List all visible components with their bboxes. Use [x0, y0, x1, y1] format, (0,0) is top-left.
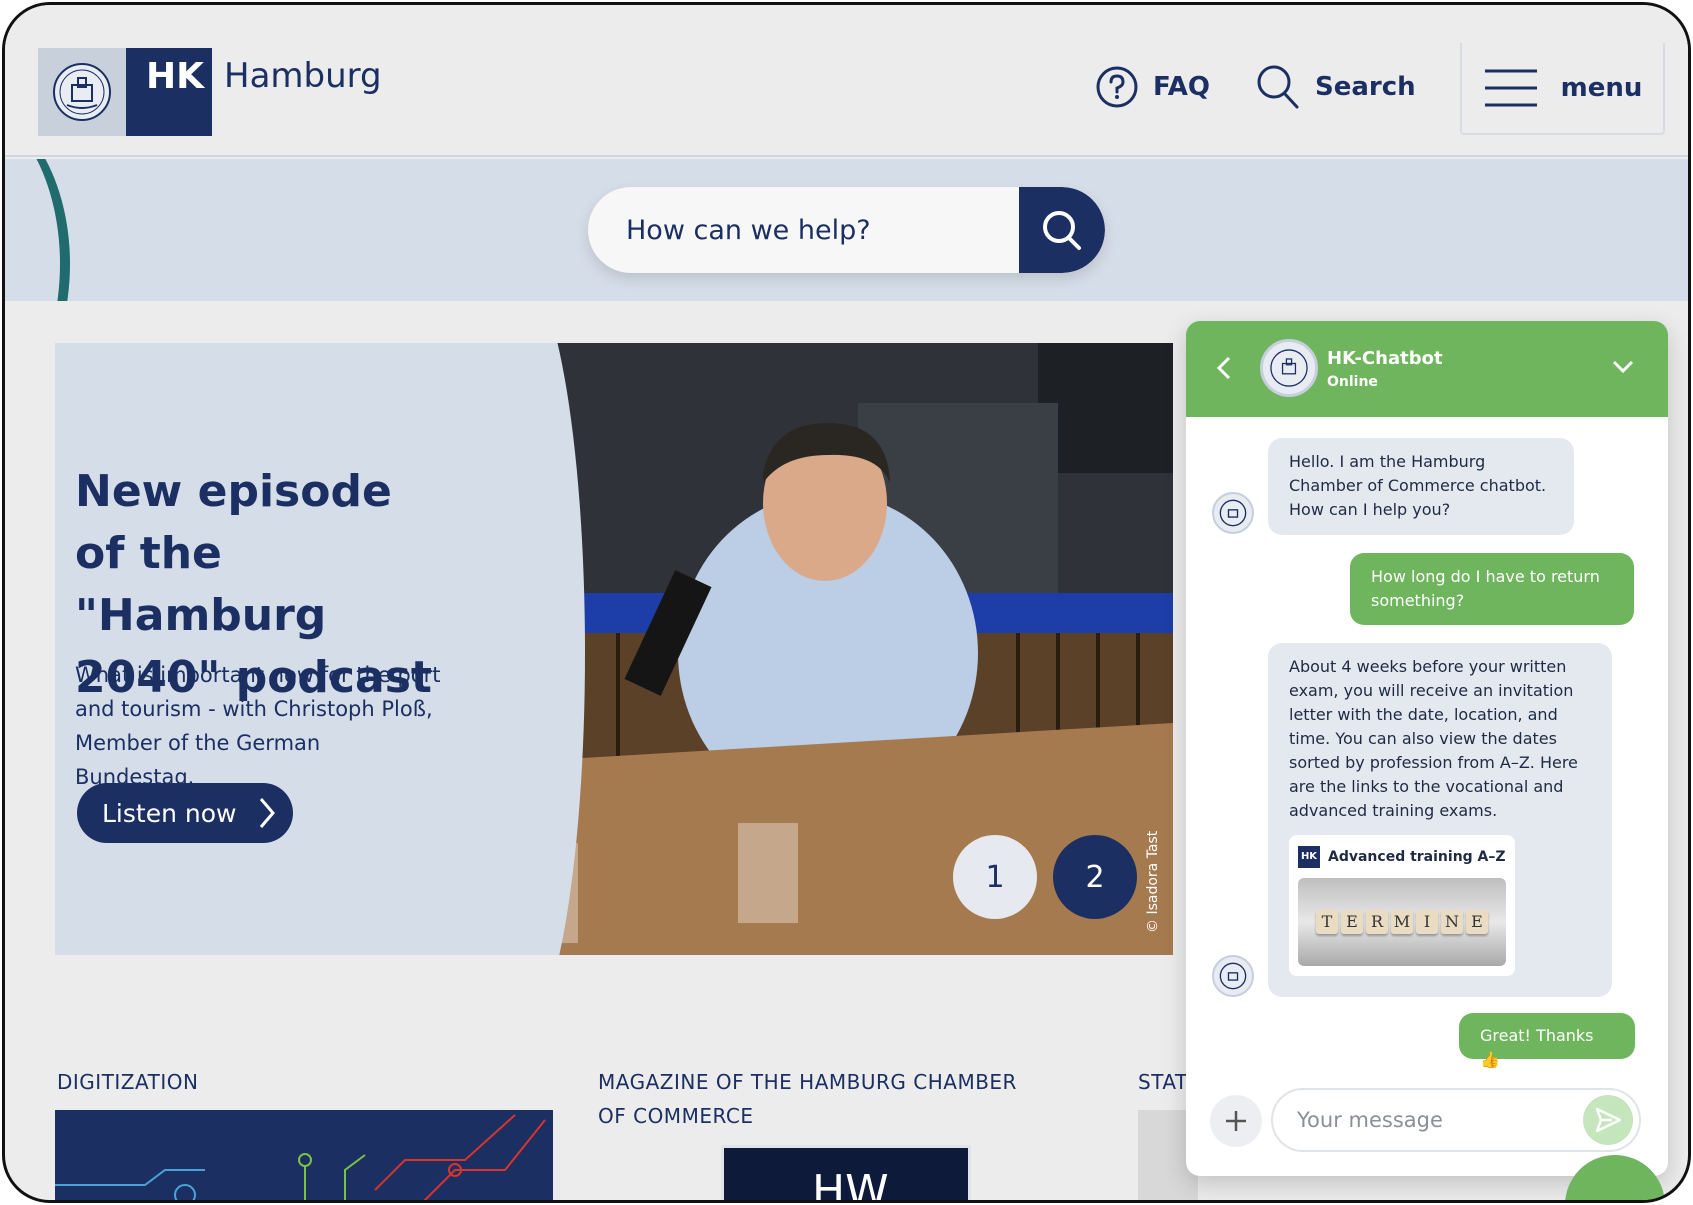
hamburg-seal-icon	[1219, 499, 1247, 527]
letter-tile: M	[1391, 910, 1413, 934]
search-icon	[1257, 65, 1299, 109]
faq-label: FAQ	[1153, 72, 1211, 102]
hero-slider: New episode of the "Hamburg 2040" podcas…	[55, 343, 1173, 955]
chat-message-user: How long do I have to return something?	[1350, 553, 1634, 625]
logo-city: Hamburg	[224, 56, 382, 96]
send-icon	[1595, 1107, 1622, 1133]
message-input[interactable]	[1273, 1090, 1553, 1150]
hamburger-icon	[1484, 69, 1537, 107]
chatbot-status: Online	[1327, 374, 1378, 390]
hk-logo-icon: HK	[1298, 846, 1320, 868]
chatbot-avatar	[1260, 339, 1318, 397]
photo-credit: © Isadora Tast	[1145, 830, 1161, 933]
slider-page-2[interactable]: 2	[1053, 835, 1137, 919]
site-search-button[interactable]	[1019, 187, 1105, 273]
browser-frame: HK Hamburg FAQ Search menu How can we he…	[2, 2, 1691, 1203]
letter-tile: E	[1341, 910, 1363, 934]
advanced-training-link-card[interactable]: HK Advanced training A–Z T E R M I N E	[1289, 835, 1515, 976]
listen-now-label: Listen now	[102, 798, 237, 828]
listen-now-button[interactable]: Listen now	[77, 783, 293, 843]
search-icon	[1043, 211, 1081, 250]
message-input-wrapper	[1271, 1088, 1641, 1152]
letter-tile: N	[1441, 910, 1463, 934]
section-label-magazine[interactable]: MAGAZINE OF THE HAMBURG CHAMBER OF COMME…	[598, 1065, 1048, 1133]
section-label-digitization[interactable]: DIGITIZATION	[57, 1065, 497, 1099]
chat-message-bot: About 4 weeks before your written exam, …	[1268, 643, 1612, 997]
question-circle-icon	[1096, 66, 1138, 108]
send-button[interactable]	[1583, 1095, 1633, 1145]
chatbot-avatar-small	[1212, 955, 1254, 997]
chevron-right-icon	[260, 798, 276, 828]
letter-tile: T	[1316, 910, 1338, 934]
plus-icon	[1226, 1111, 1246, 1131]
site-search-input[interactable]	[588, 187, 1018, 273]
magazine-card-image[interactable]: HW	[721, 1145, 971, 1203]
menu-label: menu	[1560, 73, 1643, 103]
chatbot-name: HK-Chatbot	[1327, 348, 1443, 369]
chat-message-user: Great! Thanks 👍	[1459, 1013, 1635, 1069]
site-search	[588, 187, 1105, 273]
svg-text:HW: HW	[812, 1166, 889, 1203]
chat-message-bot: Hello. I am the Hamburg Chamber of Comme…	[1268, 438, 1574, 535]
link-card-image: T E R M I N E	[1298, 878, 1506, 966]
site-header: HK Hamburg FAQ Search menu	[5, 5, 1688, 157]
letter-tile: E	[1466, 910, 1488, 934]
hamburg-seal-icon	[1270, 349, 1308, 387]
hamburg-seal-icon	[38, 48, 126, 136]
hamburg-seal-icon	[1219, 962, 1247, 990]
letter-tile: I	[1416, 910, 1438, 934]
logo-abbr: HK	[126, 48, 212, 136]
search-band	[5, 159, 1688, 301]
slider-page-1[interactable]: 1	[953, 835, 1037, 919]
menu-button[interactable]: menu	[1460, 43, 1665, 135]
digitization-card-image[interactable]	[55, 1110, 553, 1200]
link-card-title: Advanced training A–Z	[1328, 849, 1506, 865]
site-logo[interactable]: HK Hamburg	[38, 48, 382, 136]
chevron-down-icon[interactable]	[1612, 359, 1634, 378]
letter-tile: R	[1366, 910, 1388, 934]
attach-button[interactable]	[1210, 1095, 1262, 1147]
faq-link[interactable]: FAQ	[1095, 65, 1210, 109]
chevron-left-icon[interactable]	[1216, 355, 1232, 385]
chat-message-text: About 4 weeks before your written exam, …	[1289, 657, 1578, 820]
chatbot-window: HK-Chatbot Online Hello. I am the Hambur…	[1186, 321, 1668, 1176]
link-card-title-row: HK Advanced training A–Z	[1298, 845, 1506, 869]
search-label: Search	[1315, 72, 1416, 102]
chatbot-avatar-small	[1212, 492, 1254, 534]
hero-subtitle: What is important now for the port and t…	[75, 663, 441, 789]
hero-curve	[445, 343, 585, 955]
chat-header: HK-Chatbot Online	[1186, 321, 1668, 417]
search-link[interactable]: Search	[1255, 63, 1416, 111]
